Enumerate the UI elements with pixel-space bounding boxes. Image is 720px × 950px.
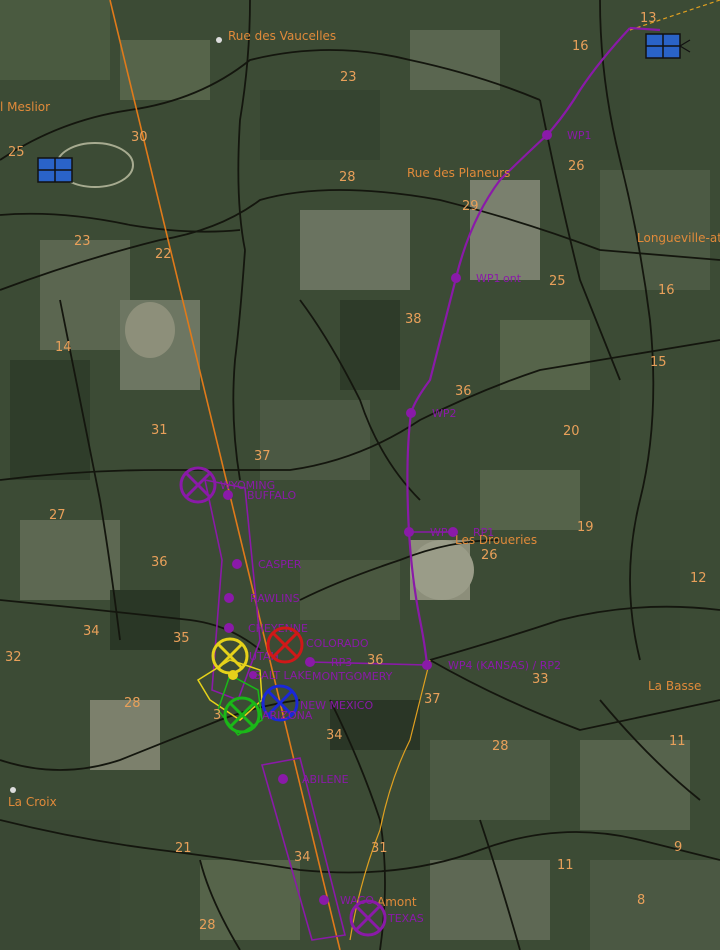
grid-number: 26 [481,548,498,563]
tactical-map[interactable]: 13 16 23 30 25 26 28 29 23 22 25 16 14 3… [0,0,720,950]
waypoint-marker [422,660,432,670]
objective-label: MONTGOMERY [312,670,393,683]
waypoint-label: WP1 [567,129,592,142]
grid-number: 37 [254,449,271,464]
grid-number: 16 [658,283,675,298]
waypoint-marker [448,527,458,537]
grid-number: 15 [650,355,667,370]
grid-number: 27 [49,508,66,523]
grid-number: 38 [405,312,422,327]
grid-number: 8 [637,893,645,908]
grid-number: 23 [74,234,91,249]
grid-number: 36 [367,653,384,668]
grid-number: 31 [151,423,168,438]
place-name: Longueville-at [637,231,720,245]
grid-number: 23 [340,70,357,85]
waypoint-label: WP1 [476,272,501,285]
friendly-unit-icon[interactable] [37,157,73,183]
objective-label: ARIZONA [262,709,313,722]
grid-number: 31 [371,841,388,856]
grid-number: 3 [213,708,221,723]
objective-dot [232,559,242,569]
grid-number: 20 [563,424,580,439]
waypoint-label: WP4 (KANSAS) / RP2 [448,659,561,672]
grid-number: 11 [557,858,574,873]
grid-number: 34 [294,850,311,865]
grid-number: 13 [640,11,657,26]
grid-number: 36 [151,555,168,570]
grid-number: 14 [55,340,72,355]
objective-dot [319,895,329,905]
objective-label: RP3 [331,656,352,669]
grid-number: 35 [173,631,190,646]
grid-number: 32 [5,650,22,665]
grid-number: 34 [83,624,100,639]
grid-number: 9 [674,840,682,855]
grid-number: 29 [462,199,479,214]
waypoint-marker [406,408,416,418]
objective-label: CASPER [258,558,302,571]
grid-number: 25 [8,145,25,160]
grid-number: 11 [669,734,686,749]
grid-number: 28 [492,739,509,754]
grid-number: 12 [690,571,707,586]
grid-number: 34 [326,728,343,743]
grid-number: 28 [199,918,216,933]
grid-number: 36 [455,384,472,399]
objective-label: TEXAS [387,912,424,925]
place-dot [216,37,222,43]
place-name: La Basse [648,679,701,693]
objective-dot [223,490,233,500]
grid-number: 16 [572,39,589,54]
grid-number: 26 [568,159,585,174]
grid-number: 25 [549,274,566,289]
objective-dot [305,657,315,667]
objective-label: ABILENE [302,773,349,786]
place-name: Rue des Vaucelles [228,29,336,43]
waypoint-marker [542,130,552,140]
waypoint-label: WP2 [432,407,457,420]
waypoint-label: WP [430,526,448,539]
place-name: La Croix [8,795,57,809]
waypoint-label: RP1 [473,526,494,539]
grid-number: 33 [532,672,549,687]
grid-number: 28 [339,170,356,185]
place-dot [10,787,16,793]
objective-dot [249,671,257,679]
grid-number: 19 [577,520,594,535]
objective-label: RAWLINS [250,592,300,605]
grid-number: 21 [175,841,192,856]
grid-number: 37 [424,692,441,707]
objective-dot [278,774,288,784]
objective-label: SALT LAKE [254,669,312,682]
place-name: Rue des Planeurs [407,166,510,180]
objective-dot [224,593,234,603]
grid-number: 22 [155,247,172,262]
waypoint-label: ont [503,272,522,285]
place-name: Amont [377,895,417,909]
grid-number: 28 [124,696,141,711]
waypoint-marker [404,527,414,537]
objective-dot [228,670,238,680]
objective-label: COLORADO [306,637,369,650]
objective-dot [224,623,234,633]
place-name: Les Droueries [455,533,537,547]
grid-number: 30 [131,130,148,145]
objective-label: BUFFALO [247,489,297,502]
place-name: l Meslior [0,100,50,114]
waypoint-marker [451,273,461,283]
